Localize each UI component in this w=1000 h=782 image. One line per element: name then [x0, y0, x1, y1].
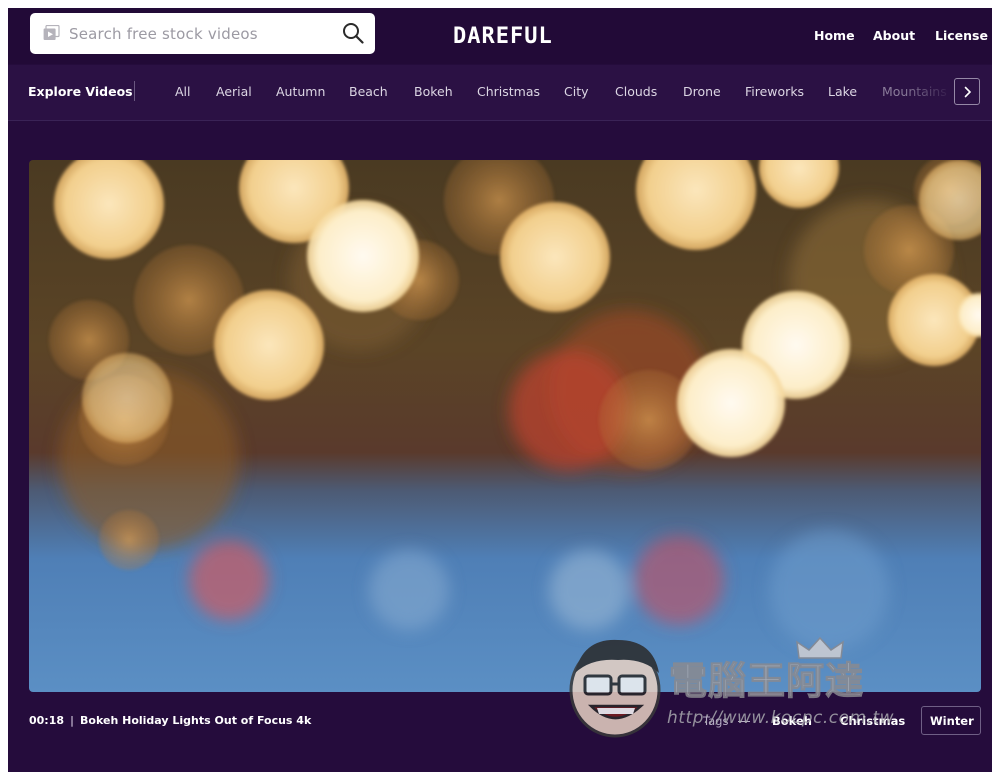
category-christmas[interactable]: Christmas [477, 84, 540, 99]
category-drone[interactable]: Drone [683, 84, 721, 99]
nav-license[interactable]: License [935, 28, 988, 43]
video-duration: 00:18 [29, 714, 65, 727]
tag-bokeh[interactable]: Bokeh [772, 714, 812, 728]
search-input[interactable]: Search free stock videos [69, 25, 258, 43]
category-next-button[interactable] [954, 78, 980, 105]
explore-videos-heading: Explore Videos [28, 84, 133, 99]
video-player[interactable] [29, 160, 981, 692]
category-fireworks[interactable]: Fireworks [745, 84, 804, 99]
tag-christmas[interactable]: Christmas [840, 714, 905, 728]
category-city[interactable]: City [564, 84, 589, 99]
category-lake[interactable]: Lake [828, 84, 857, 99]
video-title[interactable]: Bokeh Holiday Lights Out of Focus 4k [80, 714, 311, 727]
logo-text: DAREFUL [453, 24, 553, 49]
category-bokeh[interactable]: Bokeh [414, 84, 453, 99]
category-autumn[interactable]: Autumn [276, 84, 325, 99]
category-bar: Explore Videos All Aerial Autumn Beach B… [8, 65, 992, 121]
scroll-fade [903, 65, 953, 120]
nav-home[interactable]: Home [814, 28, 855, 43]
video-icon [43, 24, 60, 45]
tags-divider [738, 721, 750, 722]
category-beach[interactable]: Beach [349, 84, 388, 99]
nav-about[interactable]: About [873, 28, 915, 43]
search-box[interactable]: Search free stock videos [30, 13, 375, 54]
chevron-right-icon [964, 86, 972, 98]
category-aerial[interactable]: Aerial [216, 84, 252, 99]
tag-winter[interactable]: Winter [930, 714, 974, 728]
tags-label: Tags [703, 714, 729, 728]
search-icon[interactable] [342, 22, 364, 48]
category-all[interactable]: All [175, 84, 191, 99]
dareful-logo[interactable]: DAREFUL [448, 19, 558, 53]
video-caption: 00:18 | Bokeh Holiday Lights Out of Focus … [29, 714, 312, 727]
top-bar: Search free stock videos DAREFUL Home Ab… [8, 8, 992, 64]
category-clouds[interactable]: Clouds [615, 84, 657, 99]
divider [134, 81, 135, 101]
app-frame: Search free stock videos DAREFUL Home Ab… [8, 8, 992, 772]
